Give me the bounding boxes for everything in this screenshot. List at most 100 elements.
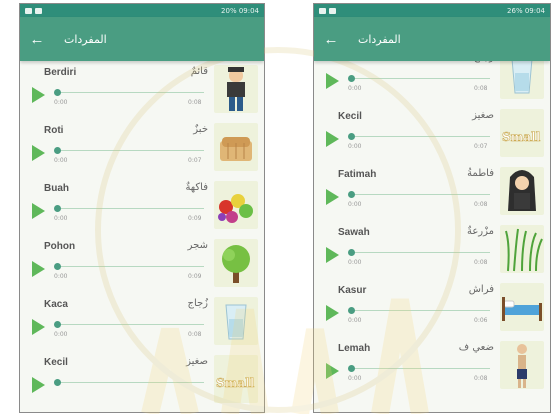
vocab-list-item[interactable]: Kasur فراش 0:00 0:06 <box>314 279 550 337</box>
vocab-list-item[interactable]: Berdiri قائمٌ 0:00 0:08 <box>20 61 264 119</box>
play-icon[interactable] <box>326 189 339 205</box>
arabic-word: مزْرعةٌ <box>466 226 494 237</box>
vocab-list-item[interactable]: Roti خبزٌ 0:00 0:07 <box>20 119 264 177</box>
back-arrow-icon[interactable]: ← <box>28 30 46 48</box>
play-icon[interactable] <box>32 87 45 103</box>
weak-man-image <box>500 341 544 389</box>
time-end: 0:09 <box>188 215 202 222</box>
time-end: 0:07 <box>474 143 488 150</box>
indonesian-word: Kecil <box>44 357 68 368</box>
play-icon[interactable] <box>32 145 45 161</box>
app-bar: ← المفردات <box>20 17 264 61</box>
audio-seekbar[interactable] <box>350 310 490 311</box>
time-start: 0:00 <box>54 331 68 338</box>
bed-image <box>500 283 544 331</box>
audio-seekbar[interactable] <box>56 324 204 325</box>
audio-seekbar[interactable] <box>56 150 204 151</box>
audio-seekbar[interactable] <box>56 382 204 383</box>
audio-seekbar[interactable] <box>350 368 490 369</box>
play-icon[interactable] <box>32 261 45 277</box>
time-end: 0:07 <box>188 157 202 164</box>
vocab-list[interactable]: Kacaزُجاج0:000:08Kecilصغيز0:000:07SmallF… <box>314 47 550 395</box>
page-title: المفردات <box>358 32 401 46</box>
time-end: 0:09 <box>188 273 202 280</box>
play-icon[interactable] <box>326 305 339 321</box>
arabic-word: صغيز <box>472 110 494 121</box>
seekbar-thumb[interactable] <box>54 321 61 328</box>
time-end: 0:08 <box>474 85 488 92</box>
seekbar-thumb[interactable] <box>348 191 355 198</box>
indonesian-word: Fatimah <box>338 169 377 180</box>
seekbar-thumb[interactable] <box>348 133 355 140</box>
girl-image <box>500 167 544 215</box>
indonesian-word: Kasur <box>338 285 367 296</box>
tree-image <box>214 239 258 287</box>
arabic-word: شجر <box>187 240 208 251</box>
vocab-list-item[interactable]: Sawah مزْرعةٌ 0:00 0:08 <box>314 221 550 279</box>
audio-seekbar[interactable] <box>350 252 490 253</box>
time-end: 0:06 <box>474 317 488 324</box>
time-start: 0:00 <box>348 85 362 92</box>
play-icon[interactable] <box>326 363 339 379</box>
seekbar-thumb[interactable] <box>348 365 355 372</box>
indonesian-word: Buah <box>44 183 69 194</box>
time-end: 0:08 <box>474 259 488 266</box>
time-end: 0:08 <box>188 99 202 106</box>
vocab-list-item[interactable]: Buah فاكهةٌ 0:00 0:09 <box>20 177 264 235</box>
time-start: 0:00 <box>348 375 362 382</box>
arabic-word: فاطمةُ <box>467 168 494 179</box>
time-end: 0:08 <box>474 201 488 208</box>
audio-seekbar[interactable] <box>350 194 490 195</box>
audio-seekbar[interactable] <box>56 208 204 209</box>
time-start: 0:00 <box>54 215 68 222</box>
time-start: 0:00 <box>348 259 362 266</box>
rice-field-image <box>500 225 544 273</box>
audio-seekbar[interactable] <box>350 78 490 79</box>
indonesian-word: Sawah <box>338 227 370 238</box>
small-image: Small <box>500 109 544 157</box>
vocab-list[interactable]: Berdiri قائمٌ 0:00 0:08 Roti خبزٌ 0:00 0:07 Buah… <box>20 61 264 409</box>
vocab-list-item[interactable]: Kecil صغيز 0:00 0:07 Small <box>314 105 550 163</box>
right-phone-screen: 26% 09:04 ← المفردات Kacaزُجاج0:000:08Ke… <box>313 3 551 413</box>
notification-icon <box>319 7 326 14</box>
fruits-image <box>214 181 258 229</box>
back-arrow-icon[interactable]: ← <box>322 30 340 48</box>
play-icon[interactable] <box>32 203 45 219</box>
play-icon[interactable] <box>326 131 339 147</box>
left-phone-screen: 20% 09:04 ← المفردات Berdiri قائمٌ 0:00 0:0… <box>19 3 265 413</box>
seekbar-thumb[interactable] <box>348 307 355 314</box>
vocab-list-item[interactable]: Lemah ضعي ف 0:00 0:08 <box>314 337 550 395</box>
indonesian-word: Kecil <box>338 111 362 122</box>
seekbar-thumb[interactable] <box>54 147 61 154</box>
vocab-list-item[interactable]: Fatimah فاطمةُ 0:00 0:08 <box>314 163 550 221</box>
status-info: 26% 09:04 <box>507 6 545 15</box>
vocab-list-item[interactable]: Pohon شجر 0:00 0:09 <box>20 235 264 293</box>
audio-seekbar[interactable] <box>56 266 204 267</box>
arabic-word: قائمٌ <box>190 66 208 77</box>
seekbar-thumb[interactable] <box>54 205 61 212</box>
status-info: 20% 09:04 <box>221 6 259 15</box>
seekbar-thumb[interactable] <box>54 263 61 270</box>
time-start: 0:00 <box>348 201 362 208</box>
indonesian-word: Berdiri <box>44 67 77 78</box>
seekbar-thumb[interactable] <box>348 249 355 256</box>
time-start: 0:00 <box>54 273 68 280</box>
audio-seekbar[interactable] <box>350 136 490 137</box>
time-start: 0:00 <box>54 99 68 106</box>
time-end: 0:08 <box>188 331 202 338</box>
vocab-list-item[interactable]: Kaca زُجاج 0:00 0:08 <box>20 293 264 351</box>
audio-seekbar[interactable] <box>56 92 204 93</box>
play-icon[interactable] <box>32 319 45 335</box>
play-icon[interactable] <box>326 247 339 263</box>
seekbar-thumb[interactable] <box>348 75 355 82</box>
image-icon <box>329 7 336 14</box>
vocab-list-item[interactable]: Kecil صغيز Small <box>20 351 264 409</box>
svg-text:Small: Small <box>216 376 255 390</box>
seekbar-thumb[interactable] <box>54 89 61 96</box>
play-icon[interactable] <box>32 377 45 393</box>
play-icon[interactable] <box>326 73 339 89</box>
arabic-word: فاكهةٌ <box>185 182 208 193</box>
seekbar-thumb[interactable] <box>54 379 61 386</box>
image-icon <box>35 7 42 14</box>
status-bar: 20% 09:04 <box>20 4 264 17</box>
